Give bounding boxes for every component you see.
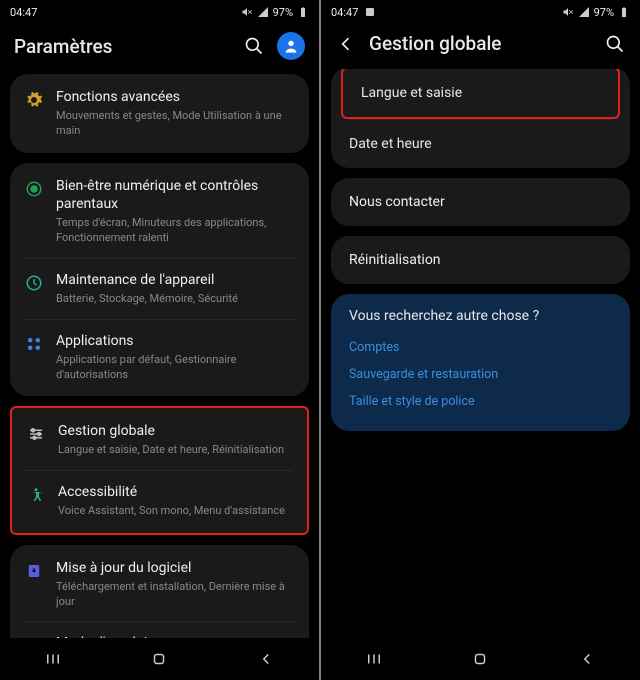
settings-group-highlighted: Gestion globale Langue et saisie, Date e… bbox=[10, 406, 309, 534]
item-fonctions-avancees[interactable]: Fonctions avancées Mouvements et gestes,… bbox=[10, 76, 309, 151]
item-reinitialisation[interactable]: Réinitialisation bbox=[331, 236, 630, 284]
search-icon bbox=[244, 36, 264, 56]
status-bar: 04:47 97% bbox=[321, 0, 640, 24]
nav-recents[interactable] bbox=[42, 648, 64, 670]
search-icon bbox=[605, 34, 625, 54]
item-maintenance[interactable]: Maintenance de l'appareil Batterie, Stoc… bbox=[24, 258, 295, 319]
header: Gestion globale bbox=[321, 24, 640, 69]
item-subtitle: Applications par défaut, Gestionnaire d'… bbox=[56, 353, 295, 383]
wellbeing-icon bbox=[24, 179, 44, 199]
search-button[interactable] bbox=[604, 33, 626, 55]
item-title: Bien-être numérique et contrôles parenta… bbox=[56, 177, 295, 215]
page-title: Paramètres bbox=[14, 35, 231, 58]
general-management-screen: 04:47 97% Gestion globale Langue et sais… bbox=[321, 0, 640, 680]
battery-pct: 97% bbox=[273, 6, 293, 19]
update-icon bbox=[24, 561, 44, 581]
battery-icon bbox=[297, 6, 309, 18]
item-date-et-heure[interactable]: Date et heure bbox=[349, 119, 612, 168]
nav-home[interactable] bbox=[469, 648, 491, 670]
search-button[interactable] bbox=[243, 35, 265, 57]
profile-button[interactable] bbox=[277, 32, 305, 60]
settings-screen: 04:47 97% Paramètres Fonctions avancées … bbox=[0, 0, 319, 680]
settings-group: Bien-être numérique et contrôles parenta… bbox=[10, 163, 309, 397]
battery-icon bbox=[618, 6, 630, 18]
page-title: Gestion globale bbox=[369, 32, 592, 55]
item-accessibilite[interactable]: Accessibilité Voice Assistant, Son mono,… bbox=[26, 470, 293, 531]
item-subtitle: Téléchargement et installation, Dernière… bbox=[56, 580, 295, 610]
back-button[interactable] bbox=[335, 33, 357, 55]
item-subtitle: Temps d'écran, Minuteurs des application… bbox=[56, 216, 295, 246]
detail-list: Langue et saisie Date et heure Nous cont… bbox=[321, 69, 640, 638]
item-bien-etre[interactable]: Bien-être numérique et contrôles parenta… bbox=[10, 165, 309, 258]
status-icons: 97% bbox=[241, 6, 309, 19]
nav-home[interactable] bbox=[148, 648, 170, 670]
accessibility-icon bbox=[26, 485, 46, 505]
mute-icon bbox=[562, 6, 574, 18]
item-mise-a-jour[interactable]: Mise à jour du logiciel Téléchargement e… bbox=[10, 547, 309, 622]
item-nous-contacter[interactable]: Nous contacter bbox=[331, 178, 630, 226]
signal-icon bbox=[578, 6, 590, 18]
item-subtitle: Voice Assistant, Son mono, Menu d'assist… bbox=[58, 504, 293, 519]
chevron-left-icon bbox=[336, 34, 356, 54]
general-icon bbox=[26, 424, 46, 444]
item-title: Applications bbox=[56, 332, 295, 351]
item-langue-et-saisie[interactable]: Langue et saisie bbox=[341, 69, 620, 119]
nav-back[interactable] bbox=[576, 648, 598, 670]
item-subtitle: Batterie, Stockage, Mémoire, Sécurité bbox=[56, 292, 295, 307]
status-time: 04:47 bbox=[331, 6, 358, 19]
item-title: Maintenance de l'appareil bbox=[56, 271, 295, 290]
item-gestion-globale[interactable]: Gestion globale Langue et saisie, Date e… bbox=[12, 410, 307, 470]
item-label: Réinitialisation bbox=[349, 252, 441, 268]
user-icon bbox=[283, 38, 299, 54]
item-label: Date et heure bbox=[349, 136, 432, 152]
suggestion-link-police[interactable]: Taille et style de police bbox=[349, 388, 612, 415]
settings-group: Fonctions avancées Mouvements et gestes,… bbox=[10, 74, 309, 153]
nav-back[interactable] bbox=[255, 648, 277, 670]
settings-group: Langue et saisie Date et heure bbox=[331, 69, 630, 168]
item-label: Nous contacter bbox=[349, 194, 445, 210]
screenshot-icon bbox=[364, 6, 376, 18]
item-title: Fonctions avancées bbox=[56, 88, 295, 107]
device-care-icon bbox=[24, 273, 44, 293]
nav-bar bbox=[0, 638, 319, 680]
status-bar: 04:47 97% bbox=[0, 0, 319, 24]
suggestions-title: Vous recherchez autre chose ? bbox=[349, 308, 612, 324]
nav-bar bbox=[321, 638, 640, 680]
suggestion-link-sauvegarde[interactable]: Sauvegarde et restauration bbox=[349, 361, 612, 388]
battery-pct: 97% bbox=[594, 6, 614, 19]
item-mode-emploi[interactable]: ? Mode d'emploi Mode d'emploi bbox=[24, 621, 295, 638]
item-subtitle: Langue et saisie, Date et heure, Réiniti… bbox=[58, 443, 293, 458]
apps-icon bbox=[24, 334, 44, 354]
settings-group: Mise à jour du logiciel Téléchargement e… bbox=[10, 545, 309, 638]
nav-recents[interactable] bbox=[363, 648, 385, 670]
item-label: Langue et saisie bbox=[361, 85, 462, 101]
item-subtitle: Mouvements et gestes, Mode Utilisation à… bbox=[56, 109, 295, 139]
status-time: 04:47 bbox=[10, 6, 37, 19]
advanced-icon bbox=[24, 90, 44, 110]
status-icons: 97% bbox=[562, 6, 630, 19]
header: Paramètres bbox=[0, 24, 319, 74]
item-title: Mise à jour du logiciel bbox=[56, 559, 295, 578]
item-applications[interactable]: Applications Applications par défaut, Ge… bbox=[24, 319, 295, 395]
signal-icon bbox=[257, 6, 269, 18]
settings-list: Fonctions avancées Mouvements et gestes,… bbox=[0, 74, 319, 638]
item-title: Gestion globale bbox=[58, 422, 293, 441]
mute-icon bbox=[241, 6, 253, 18]
suggestions-panel: Vous recherchez autre chose ? Comptes Sa… bbox=[331, 294, 630, 431]
suggestion-link-comptes[interactable]: Comptes bbox=[349, 334, 612, 361]
item-title: Accessibilité bbox=[58, 483, 293, 502]
